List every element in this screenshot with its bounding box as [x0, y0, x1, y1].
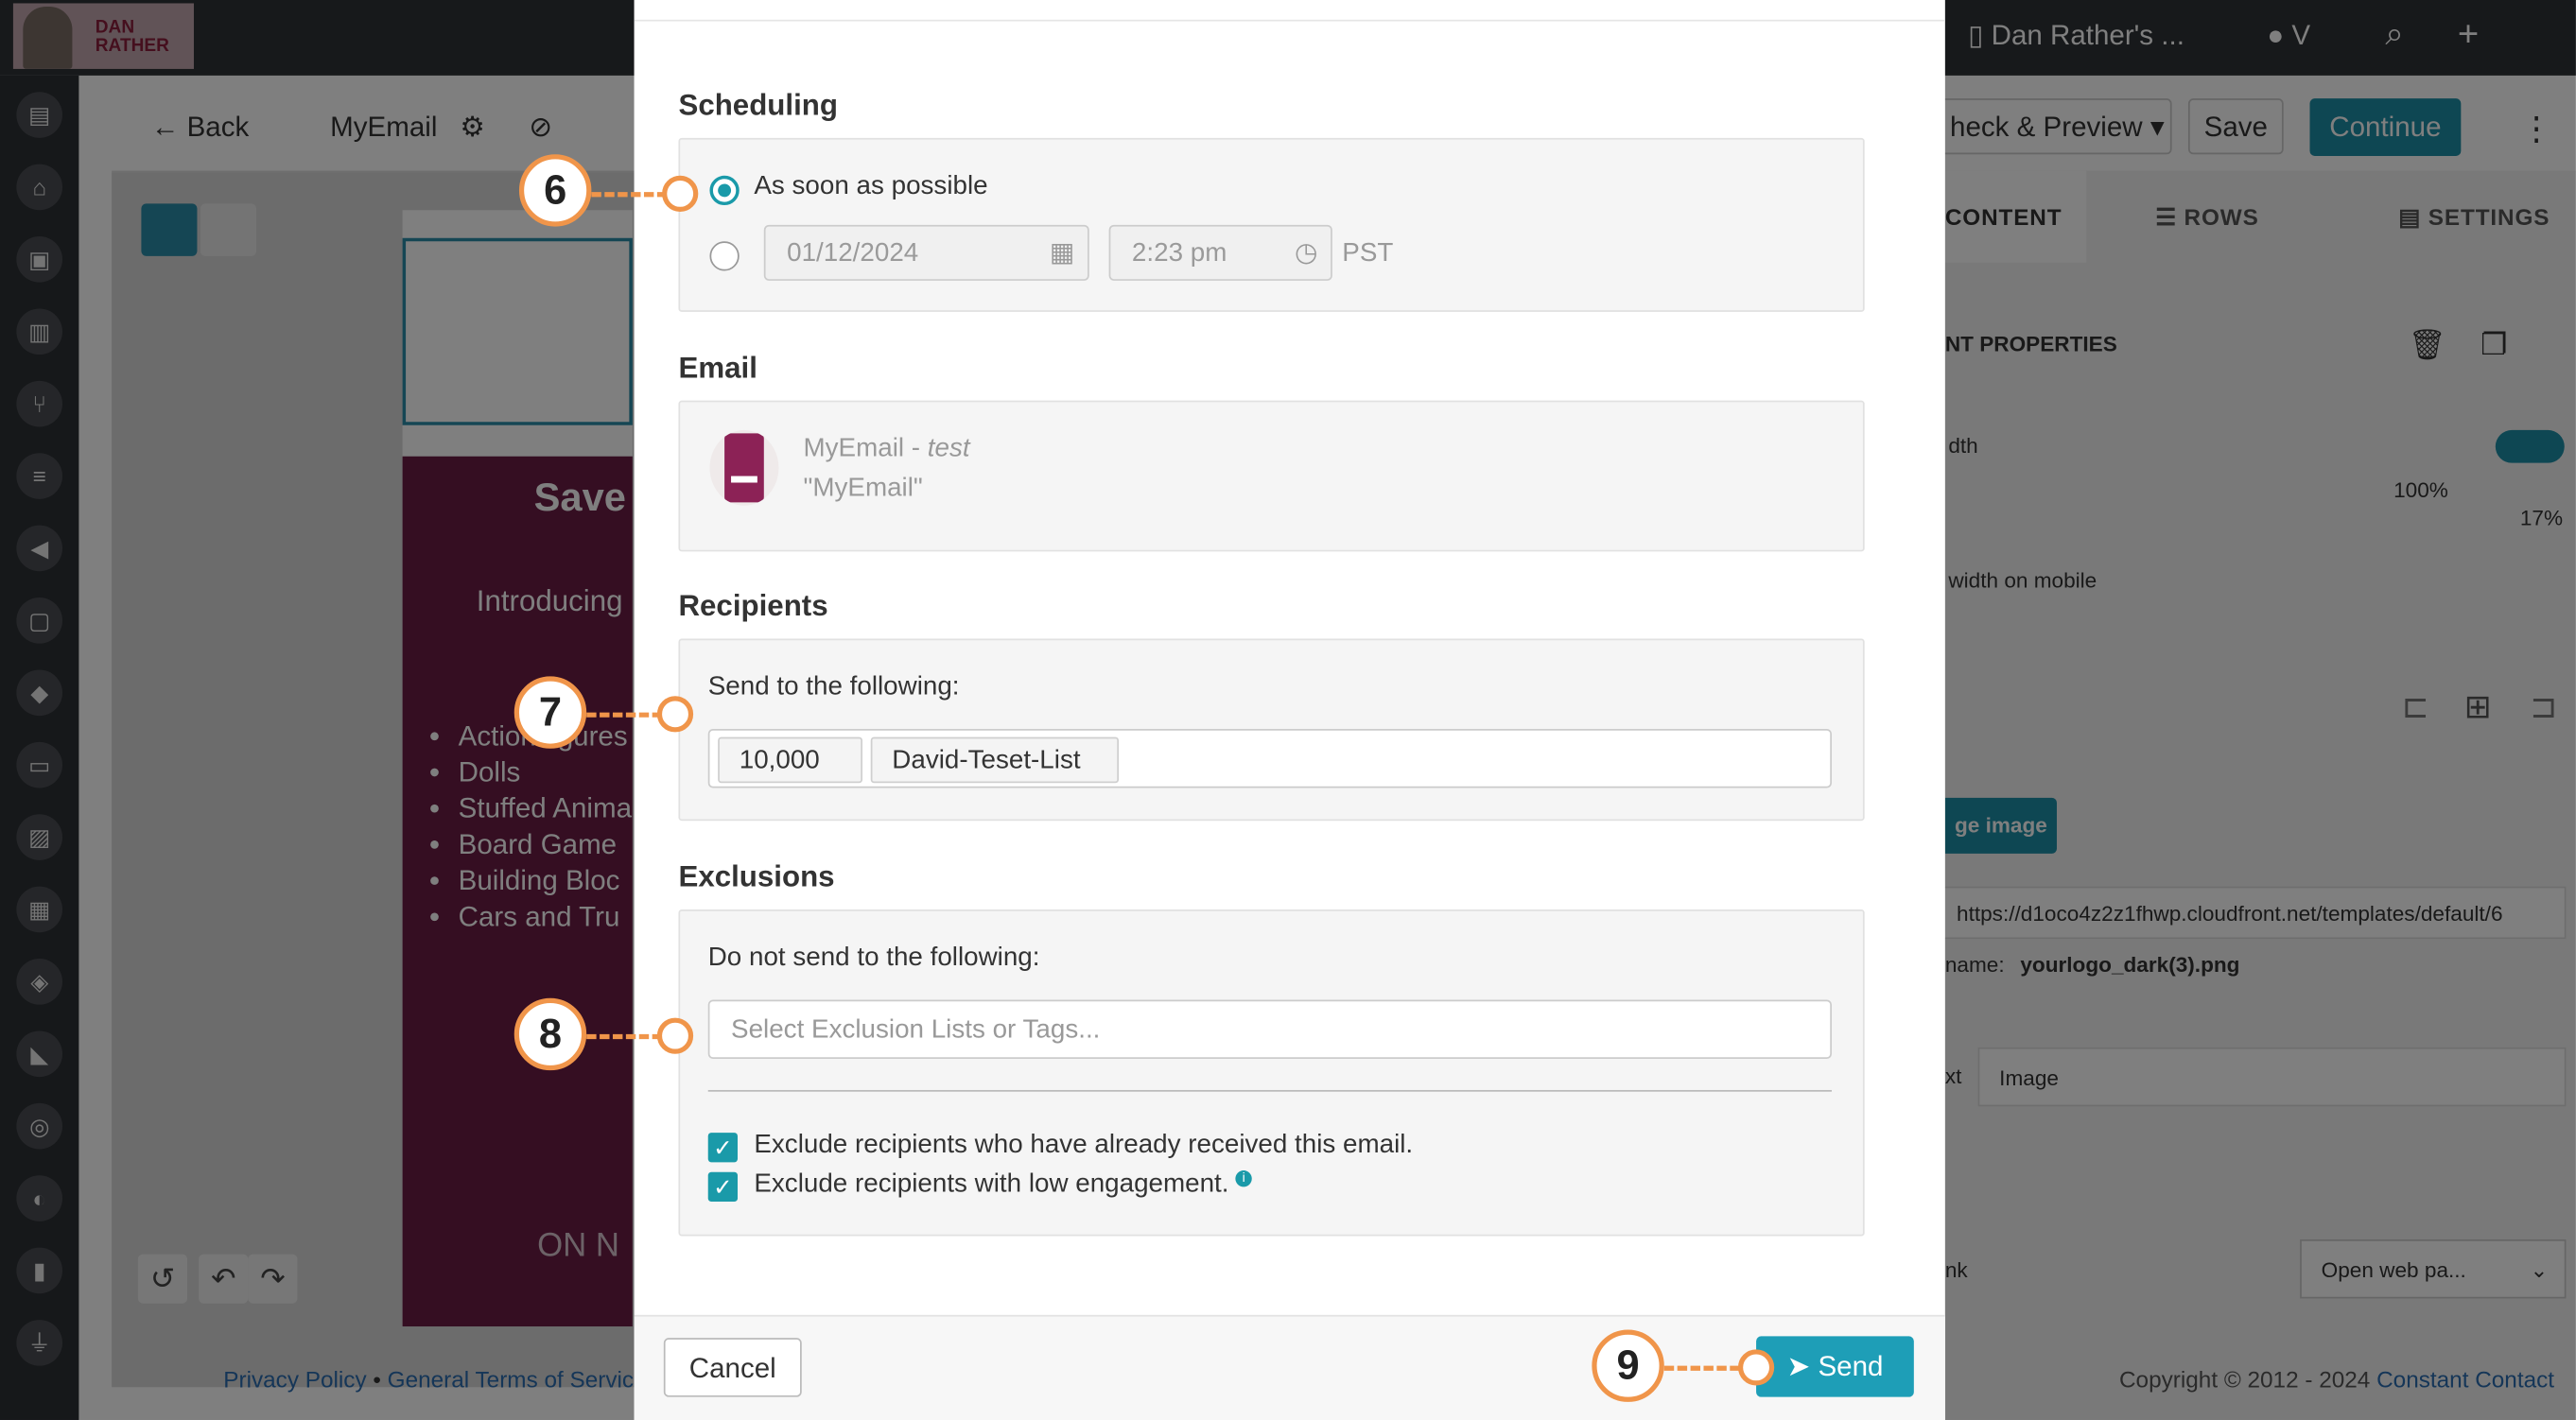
exclusion-search-input[interactable]: Select Exclusion Lists or Tags...	[707, 999, 1832, 1059]
date-field[interactable]: 01/12/2024 ▦	[763, 224, 1089, 281]
callout-target	[662, 175, 699, 212]
callout-target	[656, 1017, 694, 1054]
asap-radio[interactable]	[709, 175, 740, 206]
asap-label[interactable]: As soon as possible	[754, 172, 987, 201]
calendar-icon: ▦	[1049, 239, 1075, 268]
time-field[interactable]: 2:23 pm ◷	[1108, 224, 1332, 281]
thumbnail-image	[724, 433, 764, 503]
callout-8: 8	[513, 997, 587, 1071]
clock-icon: ◷	[1294, 239, 1318, 268]
exclusions-title: Exclusions	[678, 859, 835, 893]
exclude-received-label[interactable]: Exclude recipients who have already rece…	[754, 1131, 1413, 1160]
screenshot-stage: DAN RATHER ▯ Dan Rather's ... ● V ⌕ + ▤ …	[0, 0, 2576, 1420]
info-icon[interactable]: i	[1235, 1170, 1252, 1187]
email-title: Email	[678, 351, 757, 385]
exclude-received-checkbox[interactable]: ✓	[707, 1133, 739, 1163]
recipient-count: 10,000	[718, 736, 863, 784]
timezone-label: PST	[1342, 239, 1394, 268]
email-name: MyEmail	[803, 435, 905, 463]
recipient-list-tag[interactable]: David-Teset-List	[870, 736, 1120, 784]
cancel-button[interactable]: Cancel	[663, 1338, 802, 1397]
exclude-low-engagement-checkbox[interactable]: ✓	[707, 1171, 739, 1203]
divider	[707, 1089, 1832, 1092]
date-value: 01/12/2024	[787, 239, 919, 268]
send-label: Send	[1818, 1351, 1884, 1383]
exclusions-label: Do not send to the following:	[707, 944, 1040, 972]
time-value: 2:23 pm	[1131, 239, 1227, 268]
paper-plane-icon: ➤	[1786, 1351, 1811, 1383]
exclude-low-engagement-row: Exclude recipients with low engagement. i	[754, 1170, 1252, 1200]
schedule-later-radio[interactable]	[709, 241, 740, 271]
scheduling-title: Scheduling	[678, 88, 838, 122]
email-name-line: MyEmail - test	[803, 435, 969, 464]
callout-connector	[591, 192, 668, 198]
callout-9: 9	[1592, 1329, 1664, 1402]
exclude-low-engagement-label[interactable]: Exclude recipients with low engagement.	[754, 1170, 1228, 1199]
send-email-modal: Scheduling As soon as possible 01/12/202…	[634, 0, 1945, 1420]
divider	[634, 19, 1945, 22]
callout-target	[656, 696, 694, 733]
email-tag: test	[927, 435, 970, 463]
callout-target	[1737, 1349, 1775, 1386]
callout-connector	[586, 1033, 663, 1040]
recipients-label: Send to the following:	[707, 672, 960, 701]
callout-connector	[586, 712, 663, 718]
send-button[interactable]: ➤ Send	[1756, 1336, 1914, 1397]
email-separator: -	[904, 435, 928, 463]
callout-7: 7	[513, 676, 587, 749]
callout-6: 6	[518, 154, 592, 227]
email-subject: "MyEmail"	[803, 474, 923, 503]
email-thumbnail	[709, 429, 779, 506]
callout-connector	[1663, 1365, 1740, 1371]
recipients-title: Recipients	[678, 589, 828, 623]
